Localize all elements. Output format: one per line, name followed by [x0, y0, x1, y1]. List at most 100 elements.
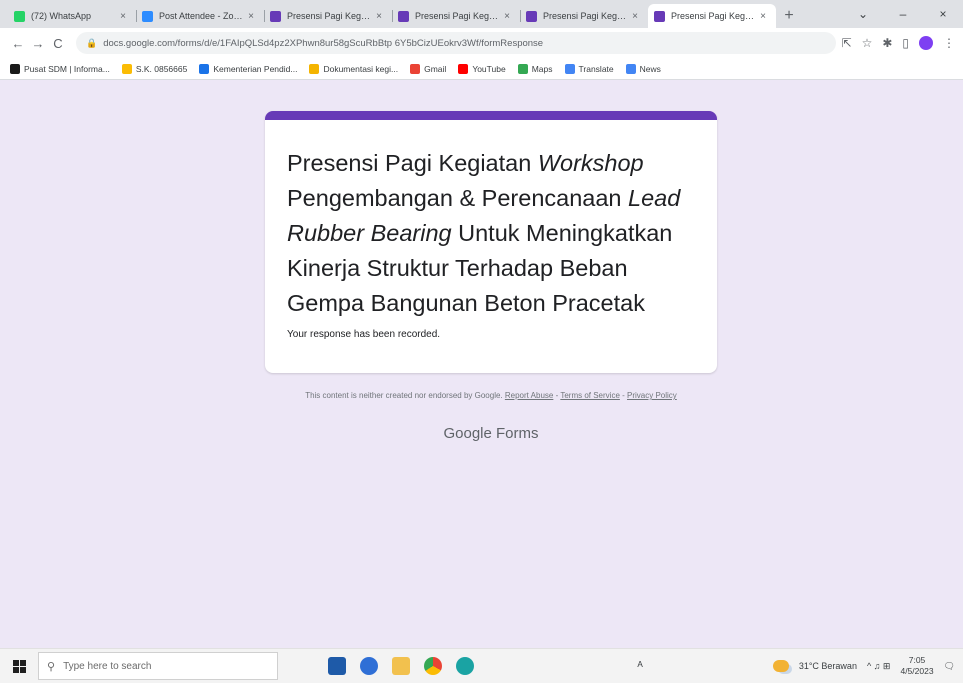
tab-favicon-icon: [654, 10, 665, 22]
back-button[interactable]: ←: [8, 36, 28, 51]
browser-tab[interactable]: (72) WhatsApp ×: [8, 4, 136, 28]
bookmark-favicon-icon: [625, 63, 636, 74]
tab-favicon-icon: [526, 10, 537, 22]
bookmark-favicon-icon: [199, 63, 210, 74]
disclaimer-text: This content is neither created nor endo…: [305, 391, 503, 400]
separator: -: [619, 391, 628, 400]
bookmark-item[interactable]: Kementerian Pendid...: [199, 63, 298, 74]
bookmark-label: S.K. 0856665: [135, 63, 188, 74]
search-icon: ⚲: [47, 660, 56, 673]
tab-list: (72) WhatsApp × Post Attendee - Zoom × Prese…: [8, 4, 776, 28]
bookmark-favicon-icon: [410, 63, 421, 74]
bookmark-favicon-icon: [10, 63, 20, 74]
bookmark-favicon-icon: [121, 63, 132, 74]
toolbar-actions: ⇱ ☆ ✱ ▯ ⋮: [842, 36, 955, 50]
clock[interactable]: 7:05 4/5/2023: [900, 655, 933, 677]
close-window-button[interactable]: ×: [923, 7, 963, 21]
menu-icon[interactable]: ⋮: [943, 36, 955, 50]
people-icon[interactable]: ᴬ: [637, 659, 642, 673]
terms-link[interactable]: Terms of Service: [560, 391, 620, 400]
edge-icon[interactable]: [360, 657, 378, 675]
bookmark-item[interactable]: Maps: [517, 63, 553, 74]
lock-icon[interactable]: 🔒: [86, 38, 97, 49]
windows-logo-icon: [12, 659, 26, 673]
browser-tab[interactable]: Presensi Pagi Kegiatan ×: [648, 4, 776, 28]
bookmark-item[interactable]: Translate: [564, 63, 614, 74]
file-explorer-icon[interactable]: [392, 657, 410, 675]
tab-close-icon[interactable]: ×: [756, 11, 770, 22]
address-bar[interactable]: 🔒 docs.google.com/forms/d/e/1FAIpQLSd4pz…: [76, 32, 836, 54]
bookmark-item[interactable]: Pusat SDM | Informa...: [10, 63, 110, 74]
bookmarks-bar: Pusat SDM | Informa... S.K. 0856665 Kement…: [0, 58, 963, 80]
tab-close-icon[interactable]: ×: [372, 11, 386, 22]
bookmark-favicon-icon: [458, 63, 469, 74]
profile-avatar[interactable]: [919, 36, 933, 50]
tab-title: Presensi Pagi Kegiatan: [415, 11, 500, 21]
tab-title: Presensi Pagi Kegiatan: [287, 11, 372, 21]
bookmark-star-icon[interactable]: ☆: [862, 36, 873, 50]
extensions-icon[interactable]: ✱: [882, 36, 892, 50]
bookmark-item[interactable]: Gmail: [410, 63, 446, 74]
forms-disclaimer: This content is neither created nor endo…: [265, 391, 717, 400]
report-abuse-link[interactable]: Report Abuse: [505, 391, 553, 400]
taskbar-search[interactable]: ⚲ Type here to search: [38, 652, 278, 680]
tab-close-icon[interactable]: ×: [628, 11, 642, 22]
task-view-icon[interactable]: [328, 657, 346, 675]
bookmark-item[interactable]: YouTube: [458, 63, 506, 74]
system-tray: ᴬ 31°C Berawan ^ ♫ ⊞ 7:05 4/5/2023 🗨: [637, 655, 963, 677]
new-tab-button[interactable]: +: [776, 4, 802, 28]
windows-taskbar: ⚲ Type here to search ᴬ 31°C Berawan ^ ♫…: [0, 648, 963, 683]
bookmark-label: Dokumentasi kegi...: [323, 63, 399, 74]
browser-toolbar: ← → C 🔒 docs.google.com/forms/d/e/1FAIpQ…: [0, 28, 963, 58]
tab-close-icon[interactable]: ×: [116, 11, 130, 22]
bookmark-label: Kementerian Pendid...: [213, 63, 298, 74]
start-button[interactable]: [0, 659, 38, 673]
bookmark-item[interactable]: Dokumentasi kegi...: [309, 63, 399, 74]
browser-tab[interactable]: Presensi Pagi Kegiatan ×: [520, 4, 648, 28]
minimize-button[interactable]: –: [883, 7, 923, 21]
chrome-icon[interactable]: [424, 657, 442, 675]
bookmark-item[interactable]: S.K. 0856665: [121, 63, 188, 74]
tab-close-icon[interactable]: ×: [244, 11, 258, 22]
tray-icons[interactable]: ^ ♫ ⊞: [867, 661, 891, 672]
form-title: Presensi Pagi Kegiatan Workshop Pengemba…: [287, 146, 695, 321]
browser-tab-strip: (72) WhatsApp × Post Attendee - Zoom × Prese…: [0, 0, 963, 28]
tab-favicon-icon: [142, 10, 153, 22]
tab-favicon-icon: [398, 10, 409, 22]
reload-button[interactable]: C: [48, 36, 68, 51]
weather-text[interactable]: 31°C Berawan: [799, 661, 857, 671]
bookmark-item[interactable]: News: [625, 63, 661, 74]
forward-button[interactable]: →: [28, 36, 48, 51]
browser-tab[interactable]: Post Attendee - Zoom ×: [136, 4, 264, 28]
browser-tab[interactable]: Presensi Pagi Kegiatan ×: [264, 4, 392, 28]
bookmark-favicon-icon: [517, 63, 528, 74]
edge-browser-icon[interactable]: [456, 657, 474, 675]
title-segment: Pengembangan & Perencanaan: [287, 185, 629, 211]
bookmark-label: Translate: [578, 63, 614, 74]
bookmark-favicon-icon: [309, 63, 320, 74]
browser-tab[interactable]: Presensi Pagi Kegiatan ×: [392, 4, 520, 28]
tab-close-icon[interactable]: ×: [500, 11, 514, 22]
search-placeholder: Type here to search: [63, 660, 152, 672]
bookmark-label: Maps: [531, 63, 553, 74]
url-text[interactable]: docs.google.com/forms/d/e/1FAIpQLSd4pz2X…: [103, 38, 826, 49]
tab-title: Presensi Pagi Kegiatan: [543, 11, 628, 21]
share-icon[interactable]: ⇱: [842, 36, 852, 50]
form-confirmation-card: Presensi Pagi Kegiatan Workshop Pengemba…: [265, 111, 717, 373]
tab-favicon-icon: [270, 10, 281, 22]
chevron-down-icon[interactable]: ⌄: [843, 7, 883, 21]
sidepanel-icon[interactable]: ▯: [902, 36, 909, 50]
clock-date: 4/5/2023: [900, 666, 934, 676]
tab-title: Post Attendee - Zoom: [159, 11, 244, 21]
bookmark-favicon-icon: [564, 63, 575, 74]
google-forms-logo[interactable]: Google Forms: [265, 425, 717, 442]
response-recorded-text: Your response has been recorded.: [287, 329, 441, 340]
weather-icon[interactable]: [772, 660, 789, 672]
privacy-link[interactable]: Privacy Policy: [627, 391, 677, 400]
bookmark-label: YouTube: [472, 63, 506, 74]
pinned-apps: [328, 657, 474, 675]
tab-favicon-icon: [14, 10, 25, 22]
window-controls: ⌄ – ×: [843, 0, 963, 28]
notification-icon[interactable]: 🗨: [944, 661, 955, 672]
title-segment: Presensi Pagi Kegiatan: [287, 150, 538, 176]
